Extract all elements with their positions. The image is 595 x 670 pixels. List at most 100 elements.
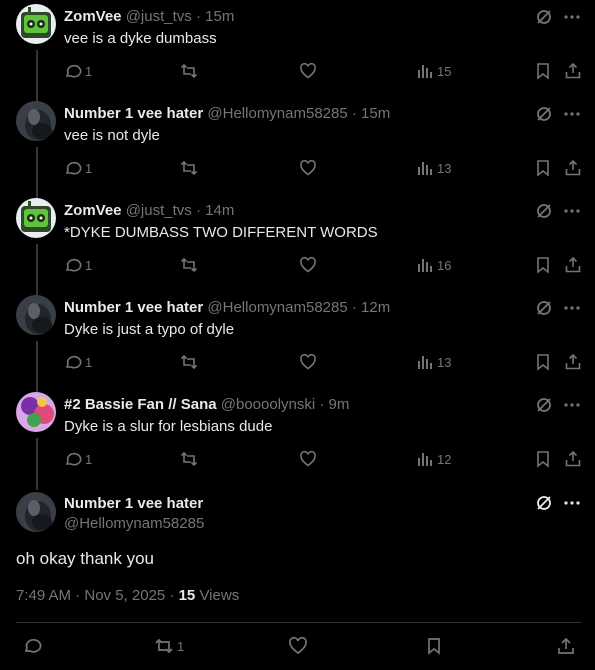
share-button[interactable] (564, 159, 582, 177)
views-count: 15 (437, 63, 452, 79)
views-button[interactable]: 13 (416, 159, 451, 177)
avatar[interactable] (16, 492, 56, 532)
grok-icon[interactable] (535, 8, 553, 26)
divider (16, 622, 581, 623)
share-button[interactable] (564, 62, 582, 80)
repost-button[interactable] (180, 353, 198, 371)
avatar[interactable] (16, 198, 56, 238)
author-name[interactable]: #2 Bassie Fan // Sana (64, 396, 217, 413)
views-count: 13 (437, 354, 452, 370)
main-action-bar: 1 (16, 636, 581, 658)
more-icon[interactable] (563, 396, 581, 414)
author-handle[interactable]: @Hellomynam58285 (207, 299, 347, 316)
repost-count: 1 (177, 638, 185, 654)
post-time[interactable]: 14m (205, 202, 234, 219)
author-handle[interactable]: @just_tvs (126, 8, 192, 25)
reply-count: 1 (85, 354, 93, 370)
author-handle[interactable]: @just_tvs (126, 202, 192, 219)
bookmark-button[interactable] (424, 636, 444, 656)
reply-post[interactable]: Number 1 vee hater @Hellomynam58285 · 15… (0, 97, 595, 194)
views-count: 13 (437, 160, 452, 176)
post-time[interactable]: 15m (205, 8, 234, 25)
post-text: Dyke is just a typo of dyle (64, 321, 235, 338)
author-name[interactable]: ZomVee (64, 202, 122, 219)
action-bar: 1 16 (64, 256, 584, 276)
grok-icon[interactable] (535, 299, 553, 317)
post-time[interactable]: 12m (361, 299, 390, 316)
author-handle[interactable]: @boooolynski (221, 396, 315, 413)
grok-icon[interactable] (535, 105, 553, 123)
bookmark-button[interactable] (534, 62, 552, 80)
views-button[interactable]: 15 (416, 62, 451, 80)
share-button[interactable] (564, 450, 582, 468)
grok-icon[interactable] (535, 494, 553, 512)
more-icon[interactable] (563, 202, 581, 220)
reply-button[interactable]: 1 (64, 256, 92, 274)
avatar[interactable] (16, 295, 56, 335)
more-icon[interactable] (563, 105, 581, 123)
like-button[interactable] (299, 62, 317, 80)
bookmark-button[interactable] (534, 353, 552, 371)
repost-button[interactable] (180, 159, 198, 177)
reply-button[interactable]: 1 (64, 450, 92, 468)
like-button[interactable] (299, 256, 317, 274)
repost-button[interactable] (180, 62, 198, 80)
author-name[interactable]: Number 1 vee hater (64, 299, 203, 316)
views-button[interactable]: 13 (416, 353, 451, 371)
reply-post[interactable]: Number 1 vee hater @Hellomynam58285 · 12… (0, 291, 595, 388)
views-button[interactable]: 16 (416, 256, 451, 274)
repost-button[interactable] (180, 256, 198, 274)
share-button[interactable] (564, 353, 582, 371)
author-name[interactable]: ZomVee (64, 8, 122, 25)
reply-button[interactable] (22, 636, 42, 656)
repost-button[interactable]: 1 (154, 636, 184, 656)
avatar[interactable] (16, 392, 56, 432)
share-button[interactable] (564, 256, 582, 274)
views-button[interactable]: 12 (416, 450, 451, 468)
reply-post[interactable]: ZomVee @just_tvs · 15m vee is a dyke dum… (0, 0, 595, 97)
separator: · (351, 105, 357, 122)
post-header: ZomVee @just_tvs · 14m (64, 202, 234, 220)
grok-icon[interactable] (535, 202, 553, 220)
grok-icon[interactable] (535, 396, 553, 414)
reply-post[interactable]: #2 Bassie Fan // Sana @boooolynski · 9m … (0, 388, 595, 485)
reply-button[interactable]: 1 (64, 62, 92, 80)
repost-button[interactable] (180, 450, 198, 468)
like-button[interactable] (288, 636, 308, 656)
post-time[interactable]: 15m (361, 105, 390, 122)
action-bar: 1 12 (64, 450, 584, 470)
share-button[interactable] (556, 636, 576, 656)
more-icon[interactable] (563, 8, 581, 26)
like-button[interactable] (299, 159, 317, 177)
separator: · (195, 202, 201, 219)
like-button[interactable] (299, 450, 317, 468)
like-button[interactable] (299, 353, 317, 371)
post-time[interactable]: 9m (329, 396, 350, 413)
reply-button[interactable]: 1 (64, 159, 92, 177)
post-text: vee is a dyke dumbass (64, 30, 217, 47)
author-name[interactable]: Number 1 vee hater (64, 494, 204, 514)
post-header: ZomVee @just_tvs · 15m (64, 8, 234, 26)
post-text: *DYKE DUMBASS TWO DIFFERENT WORDS (64, 224, 378, 241)
bookmark-button[interactable] (534, 256, 552, 274)
avatar[interactable] (16, 101, 56, 141)
action-bar: 1 13 (64, 159, 584, 179)
bookmark-button[interactable] (534, 450, 552, 468)
action-bar: 1 15 (64, 62, 584, 82)
views-count: 15 (178, 587, 196, 604)
reply-count: 1 (85, 451, 93, 467)
avatar[interactable] (16, 4, 56, 44)
reply-button[interactable]: 1 (64, 353, 92, 371)
more-icon[interactable] (563, 299, 581, 317)
reply-count: 1 (85, 63, 93, 79)
reply-count: 1 (85, 160, 93, 176)
post-header: Number 1 vee hater @Hellomynam58285 · 15… (64, 105, 390, 123)
post-text: oh okay thank you (16, 549, 154, 568)
author-handle[interactable]: @Hellomynam58285 (64, 514, 204, 534)
more-icon[interactable] (563, 494, 581, 512)
reply-post[interactable]: ZomVee @just_tvs · 14m *DYKE DUMBASS TWO… (0, 194, 595, 291)
author-name[interactable]: Number 1 vee hater (64, 105, 203, 122)
timestamp[interactable]: 7:49 AM · Nov 5, 2025 · (16, 587, 179, 604)
bookmark-button[interactable] (534, 159, 552, 177)
author-handle[interactable]: @Hellomynam58285 (207, 105, 347, 122)
